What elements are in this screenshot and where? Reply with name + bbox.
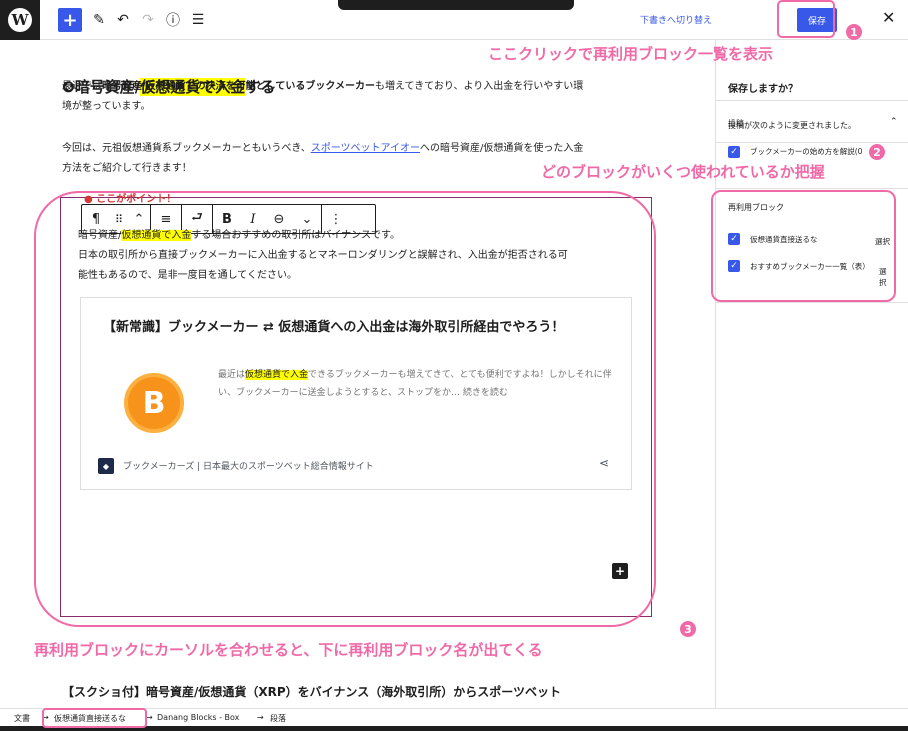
details-button[interactable]: ⓘ [161,8,185,32]
annotation-text-3: 再利用ブロックにカーソルを合わせると、下に再利用ブロック名が出てくる [34,641,543,659]
undo-button[interactable]: ↶ [111,8,135,32]
annotation-number-1: 1 [846,24,862,40]
breadcrumb-paragraph[interactable]: 段落 [270,713,286,724]
annotation-number-2: 2 [869,144,885,160]
save-confirm-title: 保存しますか？ [728,84,798,95]
annotation-save-highlight [777,0,835,38]
close-icon: ✕ [882,8,896,27]
redo-icon: ↷ [142,12,154,28]
annotation-reusable-list-highlight [711,190,896,302]
paragraph-1-line-1[interactable]: 最近では暗号資産/仮想通貨での決済を可能としているブックメーカーも増えてきており… [62,77,583,97]
screen-notch [338,0,574,10]
plus-icon: + [62,9,78,31]
pen-icon: ✎ [93,12,105,28]
tools-button[interactable]: ✎ [87,8,111,32]
wordpress-icon: W [8,8,32,32]
switch-to-draft-link[interactable]: 下書きへ切り替え [640,13,712,26]
chevron-up-icon[interactable]: ⌃ [890,117,898,127]
paragraph-2-line-1[interactable]: 今回は、元祖仮想通貨系ブックメーカーともいうべき、スポーツベットアイオーへの暗号… [62,139,583,159]
annotation-block-highlight [34,191,656,627]
editor-top-toolbar: W + ✎ ↶ ↷ ⓘ ☰ 下書きへ切り替え 保存 ✕ [0,0,908,40]
add-block-button[interactable]: + [58,8,82,32]
sportsbet-io-link[interactable]: スポーツベットアイオー [311,143,420,154]
publish-sidebar: 保存しますか？ 投稿が次のように変更されました。 投稿 ⌃ ✓ ブックメーカーの… [715,40,908,708]
paragraph-1-line-2[interactable]: 境が整っています。 [62,97,151,117]
paragraph-2-line-2[interactable]: 方法をご紹介して行きます！ [62,159,192,179]
bold-text: 暗号資産/仮想通貨での決済を可能としているブックメーカー [102,81,375,92]
breadcrumb-document[interactable]: 文書 [14,713,30,724]
checkbox-post[interactable]: ✓ [728,146,740,158]
annotation-text-2: どのブロックがいくつ使われているか把握 [541,163,825,181]
annotation-number-3: 3 [680,621,696,637]
section-post-title[interactable]: 投稿 [728,118,744,129]
annotation-breadcrumb-highlight [42,708,147,728]
breadcrumb-sep: → [257,713,264,722]
breadcrumb-box[interactable]: Danang Blocks - Box [157,713,239,722]
annotation-text-1: ここクリックで再利用ブロック一覧を表示 [488,45,774,63]
list-view-icon: ☰ [191,12,205,28]
wordpress-logo-button[interactable]: W [0,0,40,40]
breadcrumb-sep: → [146,713,153,722]
info-icon: ⓘ [166,13,180,29]
undo-icon: ↶ [117,12,129,28]
close-sidebar-button[interactable]: ✕ [882,8,895,27]
list-view-button[interactable]: ☰ [186,8,210,32]
redo-button[interactable]: ↷ [136,8,160,32]
changed-notice: 投稿が次のように変更されました。 [728,121,856,130]
next-heading[interactable]: 【スクショ付】暗号資産/仮想通貨（XRP）をバイナンス（海外取引所）からスポーツ… [62,682,561,702]
